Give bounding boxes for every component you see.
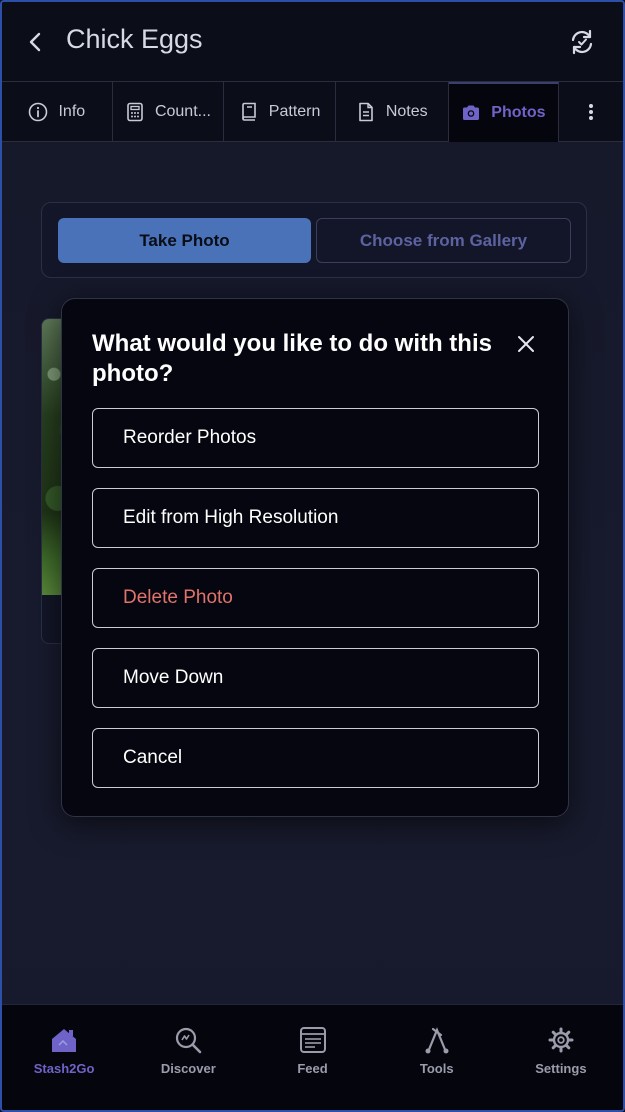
more-vertical-icon: [589, 103, 594, 120]
chevron-left-icon: [29, 32, 41, 52]
back-button[interactable]: [22, 28, 50, 56]
feed-icon: [299, 1027, 326, 1053]
tab-bar: Info Count... Pattern Notes Photos: [2, 82, 623, 142]
nav-item-feed[interactable]: Feed: [250, 1005, 374, 1110]
more-options-button[interactable]: [559, 82, 623, 141]
tab-label: Info: [58, 103, 86, 120]
close-button[interactable]: [515, 333, 537, 355]
calculator-icon: [127, 102, 143, 122]
search-icon: [176, 1027, 202, 1054]
tab-label: Notes: [385, 103, 428, 120]
tab-counters[interactable]: Count...: [113, 82, 225, 142]
app-header: Chick Eggs: [2, 2, 623, 82]
page-title: Chick Eggs: [66, 24, 203, 54]
nav-item-discover[interactable]: Discover: [126, 1005, 250, 1110]
info-icon: [29, 102, 48, 122]
tools-icon: [425, 1027, 449, 1054]
dialog-title: What would you like to do with this phot…: [92, 330, 492, 387]
photo-actions-panel: Take Photo Choose from Gallery: [41, 202, 587, 278]
choose-from-gallery-button[interactable]: Choose from Gallery: [316, 218, 571, 263]
document-icon: [359, 102, 373, 122]
sync-icon: [571, 29, 593, 55]
camera-icon: [463, 105, 480, 120]
nav-item-tools[interactable]: Tools: [375, 1005, 499, 1110]
app-frame: Chick Eggs Info Count... Pattern Notes P…: [0, 0, 625, 1112]
nav-label: Discover: [160, 1061, 216, 1076]
photo-options-dialog: What would you like to do with this phot…: [61, 298, 569, 817]
edit-high-resolution-button[interactable]: Edit from High Resolution: [92, 488, 539, 548]
tab-label: Pattern: [268, 103, 321, 120]
take-photo-button[interactable]: Take Photo: [58, 218, 311, 263]
move-down-button[interactable]: Move Down: [92, 648, 539, 708]
delete-photo-button[interactable]: Delete Photo: [92, 568, 539, 628]
nav-label: Feed: [297, 1061, 328, 1076]
nav-label: Stash2Go: [33, 1061, 95, 1076]
nav-item-settings[interactable]: Settings: [499, 1005, 623, 1110]
tab-photos[interactable]: Photos: [448, 82, 560, 142]
nav-label: Settings: [535, 1061, 587, 1076]
reorder-photos-button[interactable]: Reorder Photos: [92, 408, 539, 468]
bottom-navigation: Stash2Go Discover Feed Tools Settings: [2, 1004, 623, 1110]
tab-pattern[interactable]: Pattern: [224, 82, 336, 142]
cancel-button[interactable]: Cancel: [92, 728, 539, 788]
gear-icon: [548, 1027, 574, 1053]
book-icon: [241, 102, 256, 121]
sync-button[interactable]: [566, 26, 598, 58]
nav-label: Tools: [419, 1061, 454, 1076]
house-icon: [52, 1029, 77, 1052]
tab-label: Photos: [491, 104, 546, 121]
tab-notes[interactable]: Notes: [336, 82, 449, 142]
close-icon: [518, 336, 534, 352]
nav-item-stash2go[interactable]: Stash2Go: [2, 1005, 126, 1110]
tab-info[interactable]: Info: [2, 82, 113, 142]
tab-label: Count...: [154, 103, 211, 120]
